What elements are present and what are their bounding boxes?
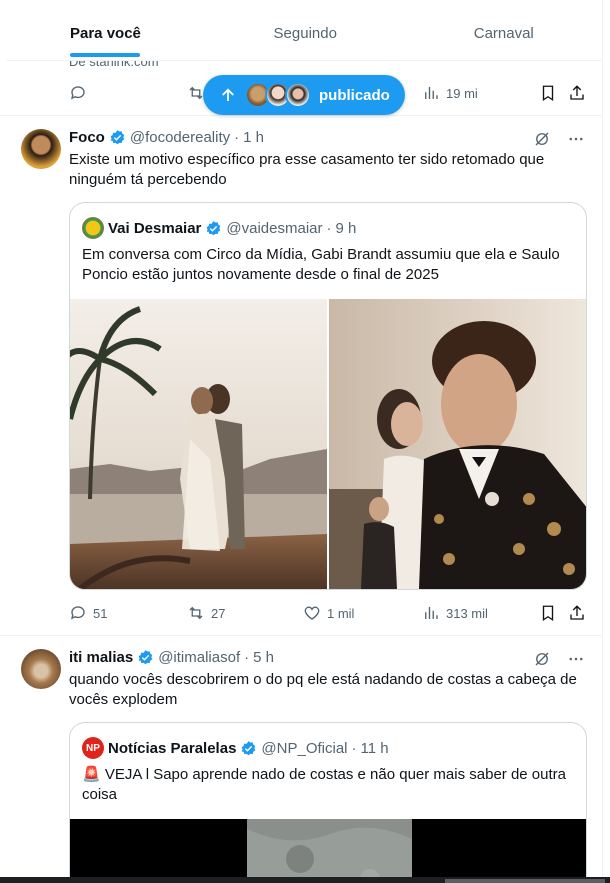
verified-badge-icon [242, 740, 256, 755]
separator: · [326, 219, 332, 237]
tweet-time[interactable]: 5 h [253, 649, 274, 666]
grok-icon[interactable] [533, 650, 551, 668]
verified-badge-icon [207, 220, 221, 235]
share-icon [570, 85, 584, 100]
tab-seguindo[interactable]: Seguindo [206, 6, 405, 60]
timeline-tabs: Para você Seguindo Carnaval [6, 6, 603, 61]
grok-icon[interactable] [533, 130, 551, 148]
bookmark-button[interactable] [539, 604, 557, 622]
repost-count: 27 [211, 605, 226, 621]
avatar[interactable] [21, 129, 61, 169]
like-button[interactable]: 1 mil [303, 604, 354, 622]
separator: · [234, 129, 240, 146]
pill-label: publicado [319, 86, 390, 104]
reply-icon [70, 606, 85, 620]
author-handle[interactable]: @itimaliasof [158, 649, 240, 666]
new-posts-pill[interactable]: publicado [203, 75, 405, 115]
separator: · [351, 739, 357, 757]
separator: · [244, 649, 250, 666]
author-handle[interactable]: @focodereality [130, 129, 230, 146]
pill-avatars [245, 82, 311, 108]
share-button[interactable] [568, 84, 586, 102]
timeline-frame: Para você Seguindo Carnaval De starlink.… [0, 0, 603, 877]
tweet-actions: 51 27 1 mil 313 mil [69, 604, 589, 626]
avatar[interactable] [21, 649, 61, 689]
like-count: 1 mil [327, 605, 355, 621]
reply-count: 51 [93, 605, 108, 621]
bookmark-icon [542, 605, 554, 622]
tab-para-voce[interactable]: Para você [6, 6, 206, 60]
tweet-text: Existe um motivo específico pra esse cas… [69, 151, 545, 188]
bookmark-button[interactable] [539, 84, 557, 102]
video-frog-swimming[interactable] [70, 819, 587, 877]
views-button[interactable]: 19 mi [422, 84, 478, 102]
quote-author-handle: @NP_Oficial [261, 739, 348, 757]
tweet-text: quando vocês descobrirem o do pq ele est… [69, 671, 577, 708]
author-name[interactable]: Foco [69, 129, 105, 146]
arrow-up-icon [222, 88, 234, 101]
window-bottom-bar [0, 877, 610, 883]
tweet-header-icons [533, 130, 585, 148]
quote-avatar [82, 217, 104, 239]
more-icon[interactable] [567, 130, 585, 148]
photo-couple-lake[interactable] [70, 299, 327, 589]
tweet-header: Foco @focodereality · 1 h [69, 129, 264, 146]
quoted-tweet[interactable]: Vai Desmaiar @vaidesmaiar · 9 h Em conve… [69, 202, 587, 590]
quote-time: 9 h [335, 219, 357, 237]
verified-badge-icon [110, 130, 125, 145]
bookmark-icon [542, 85, 554, 102]
quote-header: Vai Desmaiar @vaidesmaiar · 9 h [82, 217, 356, 239]
quote-time: 11 h [360, 739, 389, 757]
tweet[interactable]: Foco @focodereality · 1 h Existe um moti… [0, 116, 602, 636]
quote-header: NP Notícias Paralelas @NP_Oficial · 11 h [82, 737, 389, 759]
tab-carnaval[interactable]: Carnaval [405, 6, 603, 60]
quote-avatar: NP [82, 737, 104, 759]
heart-icon [304, 606, 320, 620]
photo-wedding-portrait[interactable] [329, 299, 587, 589]
views-button[interactable]: 313 mil [422, 604, 488, 622]
quote-author-name: Notícias Paralelas [108, 739, 237, 757]
author-name[interactable]: iti malias [69, 649, 133, 666]
avatar [285, 82, 311, 108]
reply-button[interactable]: 51 [69, 604, 107, 622]
quote-text: 🚨 VEJA l Sapo aprende nado de costas e n… [82, 766, 566, 803]
quoted-tweet[interactable]: NP Notícias Paralelas @NP_Oficial · 11 h… [69, 722, 587, 877]
quote-author-name: Vai Desmaiar [108, 219, 202, 237]
tweet-header-icons [533, 650, 585, 668]
share-button[interactable] [568, 604, 586, 622]
tab-label: Para você [70, 24, 141, 42]
views-icon [425, 607, 438, 619]
repost-icon [189, 606, 203, 620]
quote-author-handle: @vaidesmaiar [226, 219, 323, 237]
tweet-header: iti malias @itimaliasof · 5 h [69, 649, 274, 666]
tweet[interactable]: iti malias @itimaliasof · 5 h quando voc… [0, 636, 602, 877]
tab-label: Seguindo [273, 24, 337, 42]
verified-badge-icon [138, 650, 153, 665]
tab-label: Carnaval [473, 24, 534, 42]
more-icon[interactable] [567, 650, 585, 668]
reply-icon [70, 86, 85, 100]
active-tab-indicator [70, 53, 140, 57]
quote-text: Em conversa com Circo da Mídia, Gabi Bra… [82, 246, 560, 283]
tweet-time[interactable]: 1 h [243, 129, 264, 146]
views-count: 313 mil [446, 605, 488, 621]
views-icon [425, 87, 438, 99]
views-count: 19 mi [446, 85, 478, 101]
repost-button[interactable]: 27 [187, 604, 225, 622]
share-icon [570, 605, 584, 620]
reply-button[interactable] [69, 84, 87, 102]
